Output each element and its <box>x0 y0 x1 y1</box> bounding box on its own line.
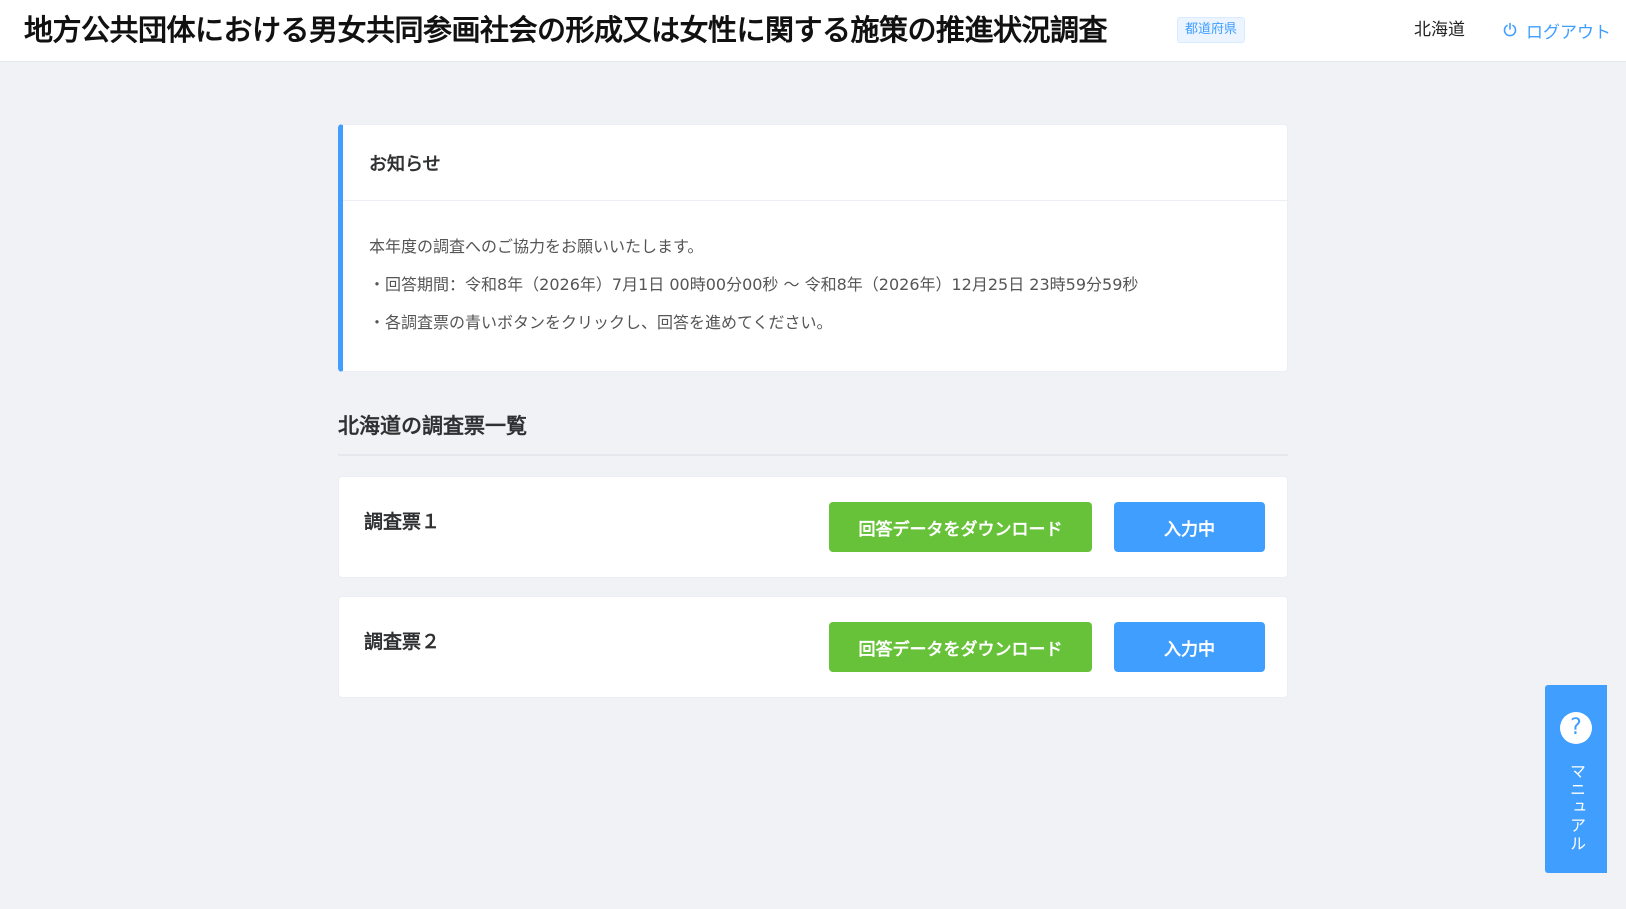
survey-card: 調査票１ 回答データをダウンロード 入力中 <box>338 476 1288 578</box>
manual-label: マニュアル <box>1567 763 1586 853</box>
notice-line: ・回答期間：令和8年（2026年）7月1日 00時00分00秒 ～ 令和8年（2… <box>369 275 1139 294</box>
notice-line: ・各調査票の青いボタンをクリックし、回答を進めてください。 <box>369 313 833 332</box>
logout-link[interactable]: ログアウト <box>1502 17 1611 43</box>
survey-card: 調査票２ 回答データをダウンロード 入力中 <box>338 596 1288 698</box>
survey-name: 調査票１ <box>364 511 441 533</box>
download-answers-button[interactable]: 回答データをダウンロード <box>829 622 1092 672</box>
role-badge: 都道府県 <box>1177 17 1246 43</box>
power-icon <box>1502 22 1518 38</box>
survey-name: 調査票２ <box>364 631 441 653</box>
notice-panel: お知らせ 本年度の調査へのご協力をお願いいたします。 ・回答期間：令和8年（20… <box>338 124 1288 372</box>
survey-input-button[interactable]: 入力中 <box>1114 622 1265 672</box>
download-answers-button[interactable]: 回答データをダウンロード <box>829 502 1092 552</box>
notice-line: 本年度の調査へのご協力をお願いいたします。 <box>369 237 704 256</box>
question-circle-icon: ? <box>1560 712 1592 744</box>
notice-body: 本年度の調査へのご協力をお願いいたします。 ・回答期間：令和8年（2026年）7… <box>343 201 1287 335</box>
app-title: 地方公共団体における男女共同参画社会の形成又は女性に関する施策の推進状況調査 <box>24 13 1108 47</box>
survey-input-button[interactable]: 入力中 <box>1114 502 1265 552</box>
app-header: 地方公共団体における男女共同参画社会の形成又は女性に関する施策の推進状況調査 都… <box>0 0 1626 62</box>
manual-button[interactable]: ? マニュアル <box>1545 685 1607 873</box>
survey-list-title: 北海道の調査票一覧 <box>338 410 1288 456</box>
logout-label: ログアウト <box>1526 22 1611 43</box>
notice-title: お知らせ <box>343 125 1287 201</box>
user-name: 北海道 <box>1414 20 1465 40</box>
